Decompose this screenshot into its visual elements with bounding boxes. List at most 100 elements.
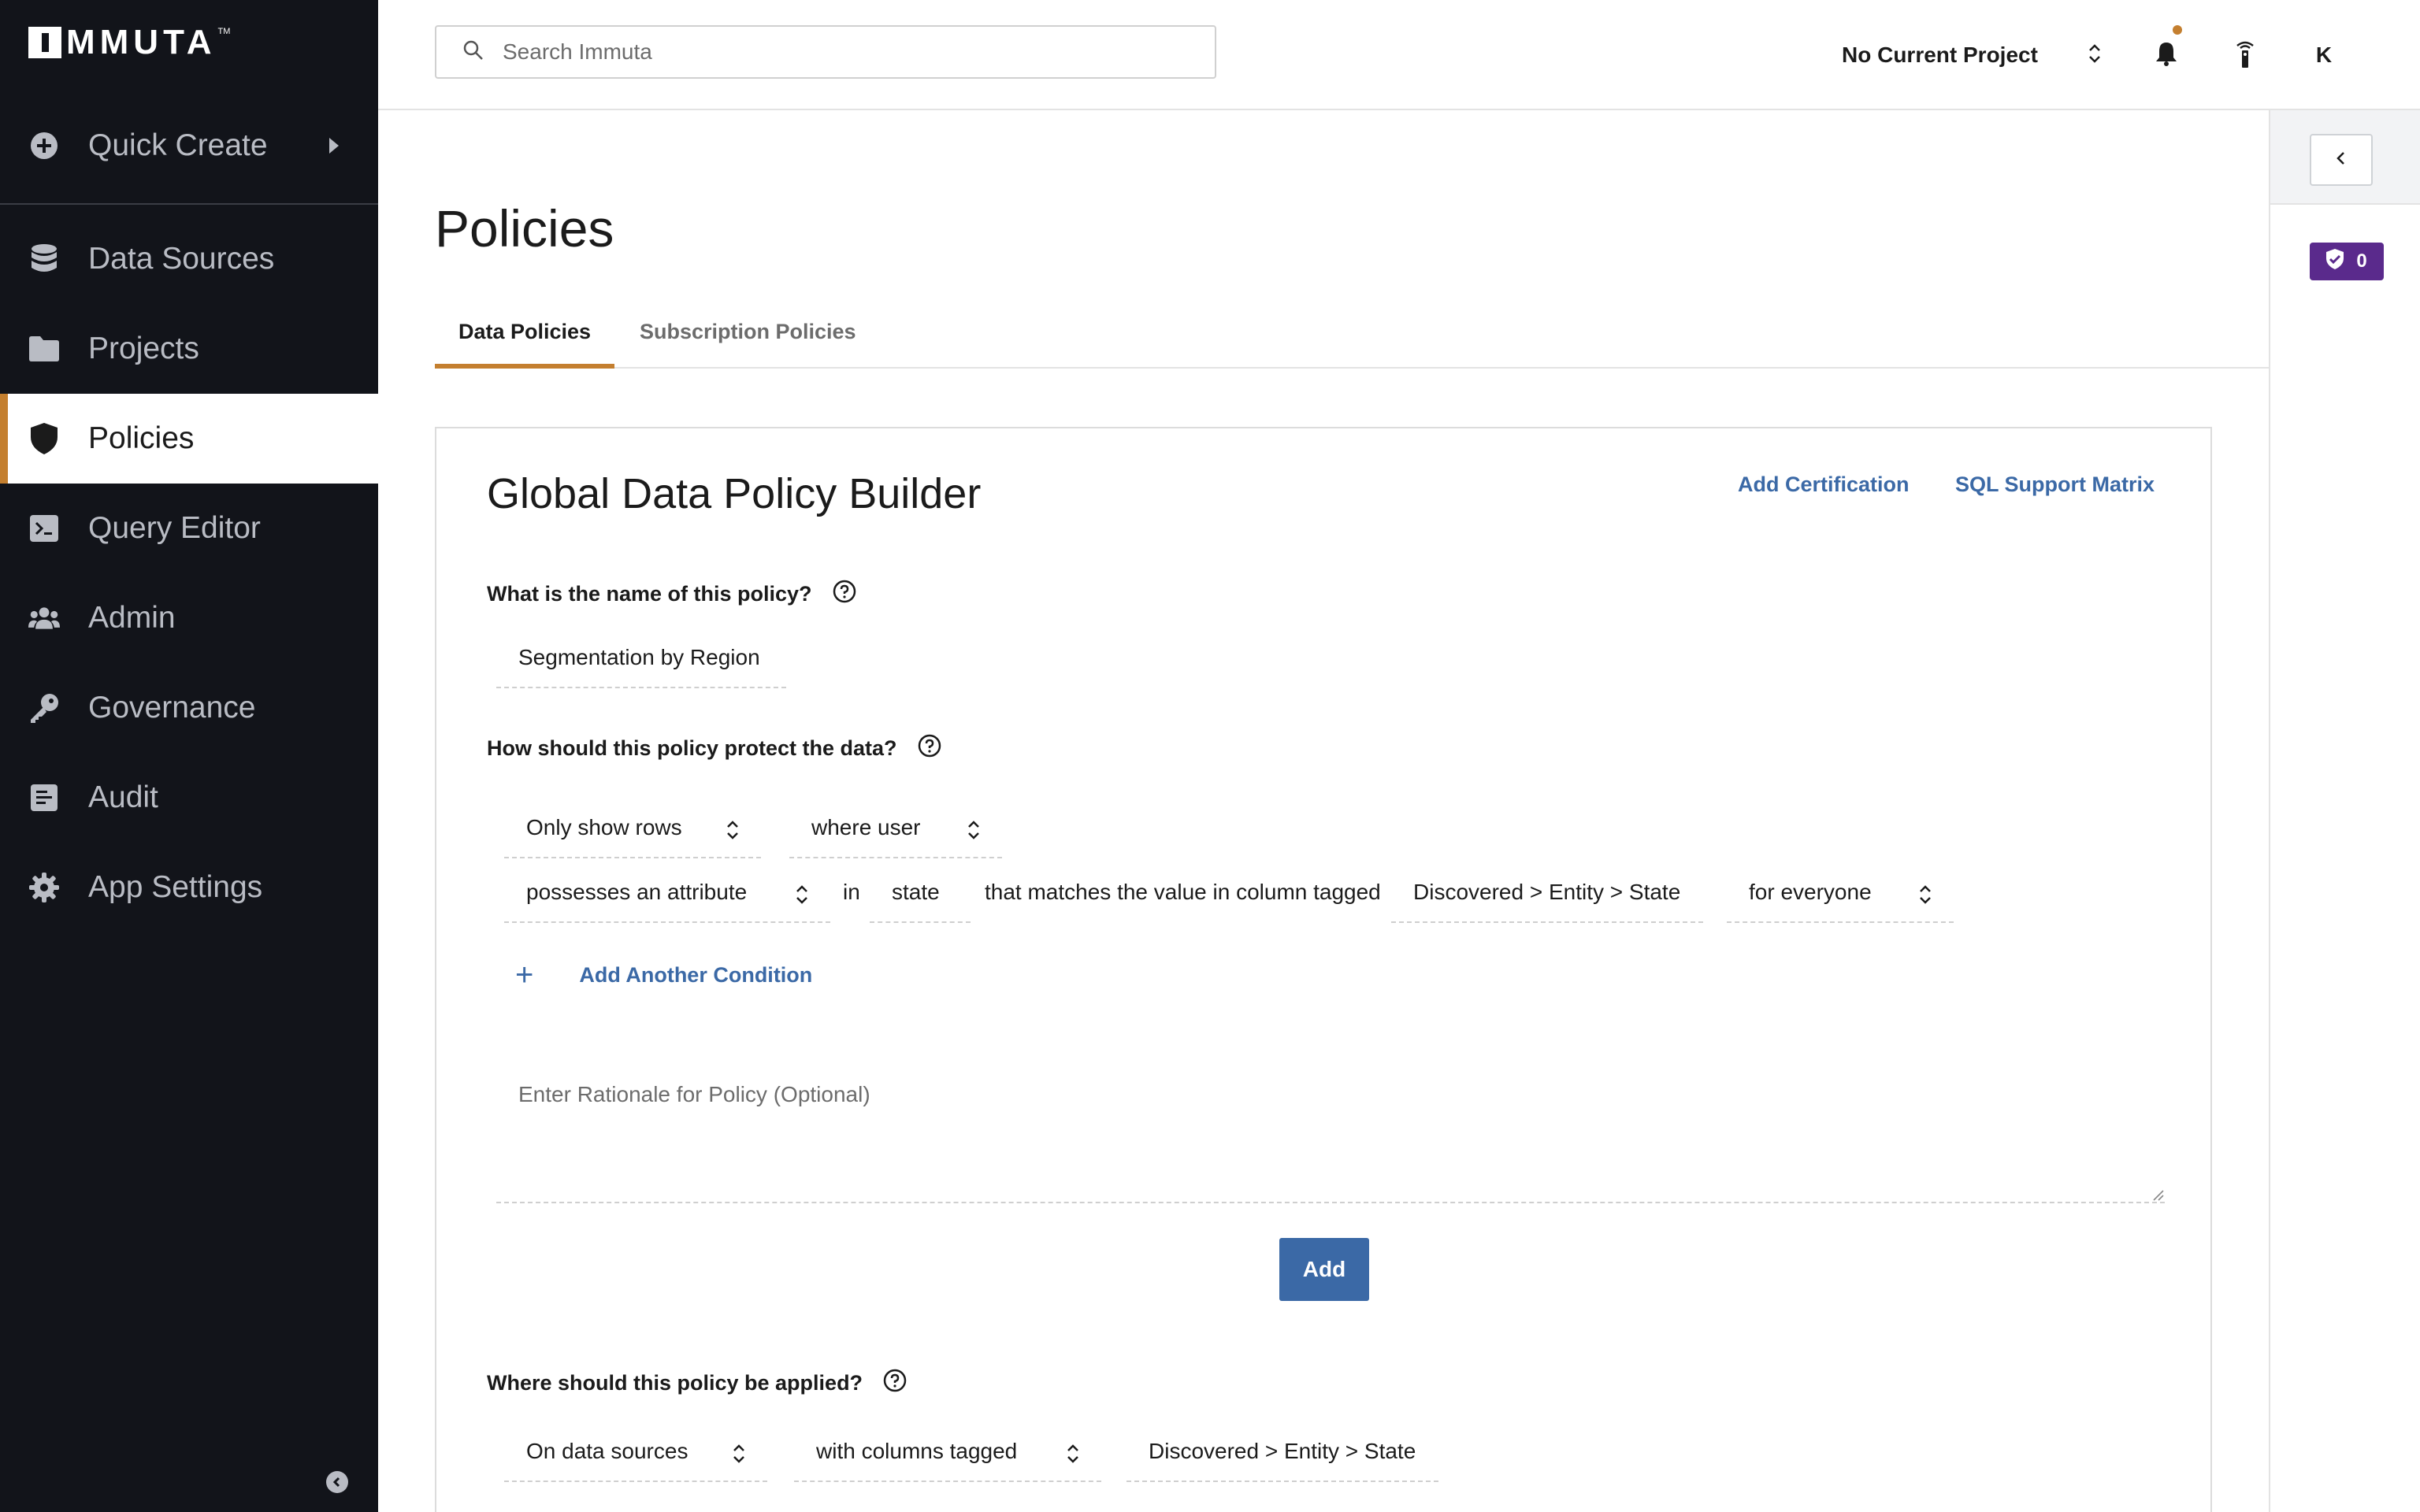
plus-circle-icon xyxy=(28,130,60,161)
sidebar-item-label: Governance xyxy=(88,691,256,724)
applied-with-select[interactable]: with columns tagged xyxy=(794,1422,1101,1482)
user-avatar[interactable]: K xyxy=(2305,36,2343,74)
applied-on-select[interactable]: On data sources xyxy=(504,1422,767,1482)
help-icon[interactable] xyxy=(918,734,941,763)
gear-icon xyxy=(28,872,60,903)
policy-tabs: Data Policies Subscription Policies xyxy=(435,312,2269,369)
select-value: for everyone xyxy=(1749,880,1872,904)
project-selector[interactable]: No Current Project xyxy=(1842,36,2101,74)
help-icon[interactable] xyxy=(833,580,856,609)
chevron-up-down-icon xyxy=(967,819,980,847)
chevron-up-down-icon xyxy=(1067,1443,1079,1470)
select-value: On data sources xyxy=(526,1439,689,1463)
quick-create-button[interactable]: Quick Create xyxy=(0,113,378,179)
column-tag-select[interactable]: Discovered > Entity > State xyxy=(1391,863,1703,923)
attribute-input[interactable]: state xyxy=(870,863,971,923)
sidebar-item-label: Data Sources xyxy=(88,242,275,276)
chevron-up-down-icon xyxy=(733,1443,745,1470)
add-condition-label: Add Another Condition xyxy=(579,963,813,987)
immuta-logo[interactable]: MMUTA TM xyxy=(28,23,231,61)
top-bar: No Current Project K xyxy=(378,0,2420,110)
builder-title: Global Data Policy Builder xyxy=(487,470,982,517)
policy-name-question: What is the name of this policy? xyxy=(487,580,856,609)
search-box[interactable] xyxy=(435,25,1216,79)
rule-action-select[interactable]: Only show rows xyxy=(504,799,761,858)
shield-icon xyxy=(28,423,60,454)
audit-icon xyxy=(28,782,60,813)
chevron-up-down-icon xyxy=(1919,884,1932,911)
sidebar-item-data-sources[interactable]: Data Sources xyxy=(0,214,378,304)
rule-matches-text: that matches the value in column tagged xyxy=(985,880,1381,904)
right-panel: 0 xyxy=(2269,110,2420,1512)
policy-builder-card: Global Data Policy Builder Add Certifica… xyxy=(435,427,2212,1512)
chevron-up-down-icon xyxy=(796,884,808,911)
badge-count: 0 xyxy=(2356,250,2367,272)
add-certification-link[interactable]: Add Certification xyxy=(1738,472,1910,497)
sql-support-matrix-link[interactable]: SQL Support Matrix xyxy=(1955,472,2155,497)
key-icon xyxy=(28,692,60,724)
activity-button[interactable] xyxy=(2226,36,2264,74)
quick-create-label: Quick Create xyxy=(88,128,268,162)
collapse-sidebar-icon[interactable] xyxy=(326,1471,348,1493)
expand-panel-button[interactable] xyxy=(2310,134,2373,186)
sidebar-divider xyxy=(0,203,378,205)
sidebar-item-admin[interactable]: Admin xyxy=(0,573,378,663)
select-value: possesses an attribute xyxy=(526,880,748,904)
applied-tag-select[interactable]: Discovered > Entity > State xyxy=(1126,1422,1438,1482)
bell-icon xyxy=(2155,41,2177,70)
sidebar-item-label: App Settings xyxy=(88,870,263,904)
logo-trademark: TM xyxy=(217,27,231,36)
rationale-input[interactable] xyxy=(496,1062,2165,1203)
policy-count-badge[interactable]: 0 xyxy=(2310,243,2384,280)
logo-text: MMUTA xyxy=(66,23,217,61)
question-label: Where should this policy be applied? xyxy=(487,1371,863,1395)
notifications-button[interactable] xyxy=(2147,25,2185,74)
sidebar-item-policies[interactable]: Policies xyxy=(0,394,378,484)
protect-question: How should this policy protect the data? xyxy=(487,734,941,763)
search-input[interactable] xyxy=(503,39,1180,65)
folder-icon xyxy=(28,333,60,365)
help-icon[interactable] xyxy=(883,1369,907,1398)
sidebar-item-label: Query Editor xyxy=(88,511,261,545)
users-icon xyxy=(28,602,60,634)
right-panel-header xyxy=(2270,110,2420,205)
logo-mark xyxy=(28,27,61,58)
tab-subscription-policies[interactable]: Subscription Policies xyxy=(640,320,856,369)
question-label: What is the name of this policy? xyxy=(487,582,812,606)
sidebar-item-audit[interactable]: Audit xyxy=(0,753,378,843)
rule-where-select[interactable]: where user xyxy=(789,799,1002,858)
select-value: where user xyxy=(811,815,921,839)
chevron-up-down-icon xyxy=(2088,43,2101,69)
shield-check-icon xyxy=(2326,248,2356,275)
database-icon xyxy=(28,243,60,275)
sidebar-item-governance[interactable]: Governance xyxy=(0,663,378,753)
sidebar-item-projects[interactable]: Projects xyxy=(0,304,378,394)
resize-handle-icon[interactable] xyxy=(2152,1189,2165,1206)
rule-condition-select[interactable]: possesses an attribute xyxy=(504,863,830,923)
sidebar-item-label: Admin xyxy=(88,601,176,635)
caret-right-icon xyxy=(329,138,339,154)
add-another-condition-button[interactable]: + Add Another Condition xyxy=(515,958,812,993)
select-value: with columns tagged xyxy=(816,1439,1018,1463)
chevron-left-icon xyxy=(2336,151,2347,169)
sidebar-item-label: Audit xyxy=(88,780,158,814)
page-title: Policies xyxy=(435,199,614,258)
terminal-icon xyxy=(28,513,60,544)
sidebar-item-label: Policies xyxy=(88,421,195,455)
add-button[interactable]: Add xyxy=(1279,1238,1369,1301)
rule-in-text: in xyxy=(843,880,860,904)
sidebar-item-app-settings[interactable]: App Settings xyxy=(0,843,378,932)
applied-question: Where should this policy be applied? xyxy=(487,1369,907,1398)
plus-icon: + xyxy=(515,958,534,992)
search-icon xyxy=(463,40,484,65)
rule-scope-select[interactable]: for everyone xyxy=(1727,863,1954,923)
current-project-label: No Current Project xyxy=(1842,43,2038,67)
sidebar-item-label: Projects xyxy=(88,332,199,365)
question-label: How should this policy protect the data? xyxy=(487,736,897,760)
policy-name-field[interactable]: Segmentation by Region xyxy=(496,628,786,688)
signal-tower-icon xyxy=(2235,39,2255,72)
sidebar-item-query-editor[interactable]: Query Editor xyxy=(0,484,378,573)
sidebar: MMUTA TM Quick Create Data Sources Proje… xyxy=(0,0,378,1512)
select-value: Only show rows xyxy=(526,815,682,839)
tab-data-policies[interactable]: Data Policies xyxy=(435,320,614,369)
